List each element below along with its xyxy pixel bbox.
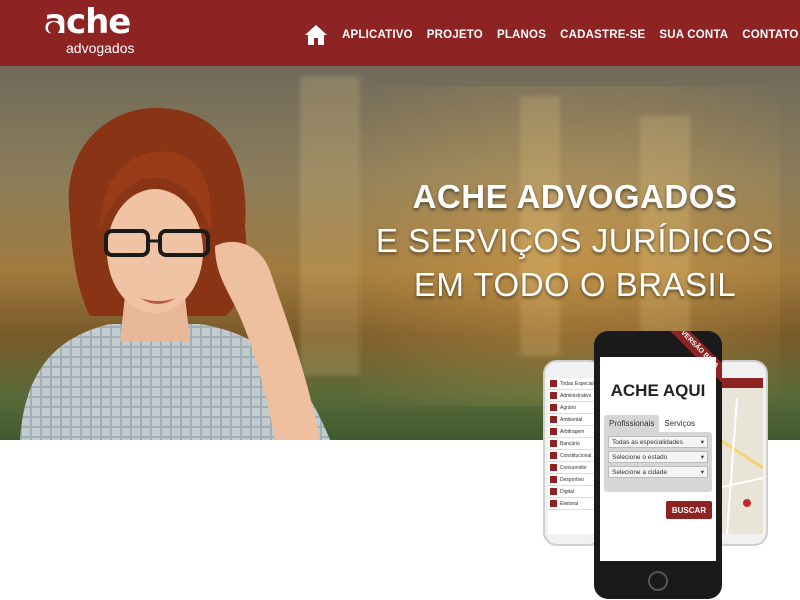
home-icon[interactable] <box>304 24 328 46</box>
specialty-list: Todas Especialid Administrativo Agrário … <box>548 378 598 510</box>
search-panel: Todas as especialidades ▾ Selecione o est… <box>604 432 712 492</box>
map-view[interactable] <box>717 378 763 534</box>
list-item[interactable]: Eleitoral <box>548 498 598 510</box>
dropdown-arrow-icon: ▾ <box>700 439 704 446</box>
tab-profissionais[interactable]: Profissionais <box>604 415 660 432</box>
map-pin-icon <box>48 22 60 34</box>
woman-photo <box>20 107 330 440</box>
app-tabs: Profissionais Serviços <box>604 415 700 432</box>
main-nav: APLICATIVO PROJETO PLANOS CADASTRE-SE SU… <box>304 24 799 46</box>
tab-servicos[interactable]: Serviços <box>659 415 700 432</box>
nav-sua-conta[interactable]: SUA CONTA <box>659 29 728 41</box>
list-item[interactable]: Ambiental <box>548 414 598 426</box>
list-item[interactable]: Desportivo <box>548 474 598 486</box>
list-item[interactable]: Todas Especialid <box>548 378 598 390</box>
city-select[interactable]: Selecione a cidade ▾ <box>608 466 708 478</box>
list-item[interactable]: Administrativo <box>548 390 598 402</box>
nav-planos[interactable]: PLANOS <box>497 29 546 41</box>
top-navbar: ache advogados APLICATIVO PROJETO PLANOS… <box>0 0 800 66</box>
search-button[interactable]: BUSCAR <box>666 501 712 519</box>
nav-cadastre-se[interactable]: CADASTRE-SE <box>560 29 645 41</box>
phone-home-button[interactable] <box>648 571 668 591</box>
hero-headline: ACHE ADVOGADOS E SERVIÇOS JURÍDICOS EM T… <box>360 178 790 304</box>
phone-center-screen: ACHE AQUI Profissionais Serviços Todas a… <box>600 357 716 561</box>
list-item[interactable]: Arbitragem <box>548 426 598 438</box>
list-item[interactable]: Agrário <box>548 402 598 414</box>
dropdown-arrow-icon: ▾ <box>700 469 704 476</box>
headline-line-2: E SERVIÇOS JURÍDICOS <box>375 222 775 259</box>
phone-center: VERSÃO BETA ACHE AQUI Profissionais Serv… <box>594 331 722 599</box>
dropdown-arrow-icon: ▾ <box>700 454 704 461</box>
list-item[interactable]: Bancário <box>548 438 598 450</box>
nav-aplicativo[interactable]: APLICATIVO <box>342 29 413 41</box>
logo-subtitle: advogados <box>66 40 135 56</box>
phone-right-map <box>717 378 763 534</box>
logo[interactable]: ache advogados <box>44 2 144 58</box>
list-item[interactable]: Consumidor <box>548 462 598 474</box>
headline-line-3: EM TODO O BRASIL <box>413 266 737 303</box>
app-title: ACHE AQUI <box>610 381 706 400</box>
list-item[interactable]: Constitucional <box>548 450 598 462</box>
state-select[interactable]: Selecione o estado ▾ <box>608 451 708 463</box>
specialty-select[interactable]: Todas as especialidades ▾ <box>608 436 708 448</box>
phone-left-screen: Todas Especialid Administrativo Agrário … <box>548 378 598 534</box>
list-item[interactable]: Digital <box>548 486 598 498</box>
nav-contato[interactable]: CONTATO <box>742 29 798 41</box>
nav-projeto[interactable]: PROJETO <box>427 29 483 41</box>
headline-line-1: ACHE ADVOGADOS <box>412 178 738 215</box>
